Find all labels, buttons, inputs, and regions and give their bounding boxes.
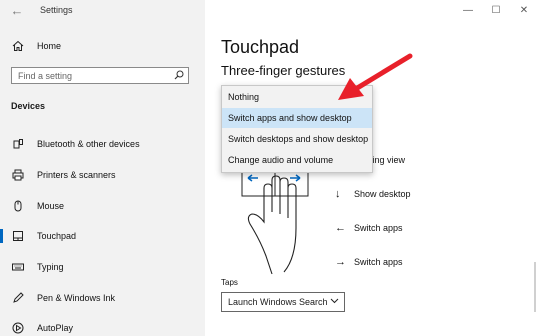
settings-window: ← Settings Home Find a setting Devices B…	[0, 0, 538, 336]
sidebar-item-label: Typing	[37, 262, 64, 272]
taps-dropdown[interactable]: Launch Windows Search	[221, 292, 345, 312]
taps-value: Launch Windows Search	[228, 297, 328, 307]
dropdown-option[interactable]: Change audio and volume	[222, 150, 372, 170]
search-icon	[174, 70, 184, 82]
sidebar: ← Settings Home Find a setting Devices B…	[0, 0, 205, 336]
gesture-label: Switch apps	[354, 223, 403, 233]
sidebar-item-label: Touchpad	[37, 231, 77, 241]
arrow-right-icon: →	[335, 256, 346, 268]
sidebar-item-label: Pen & Windows Ink	[37, 293, 116, 303]
sidebar-item-pen[interactable]: Pen & Windows Ink	[11, 290, 115, 306]
search-placeholder: Find a setting	[18, 71, 73, 81]
minimize-button[interactable]: —	[454, 0, 482, 20]
mouse-icon	[11, 199, 25, 213]
window-controls: — ☐ ✕	[454, 0, 538, 20]
sidebar-item-touchpad[interactable]: Touchpad	[11, 228, 76, 244]
autoplay-icon	[11, 321, 25, 335]
sidebar-item-typing[interactable]: Typing	[11, 259, 64, 275]
sidebar-item-label: Mouse	[37, 201, 65, 211]
bluetooth-icon	[11, 137, 25, 151]
home-icon	[11, 39, 25, 53]
chevron-down-icon	[330, 296, 339, 307]
annotation-arrow-icon	[338, 53, 413, 100]
section-heading: Devices	[11, 101, 46, 111]
sidebar-item-printers[interactable]: Printers & scanners	[11, 167, 116, 183]
back-button[interactable]: ←	[8, 2, 26, 20]
sidebar-item-label: Bluetooth & other devices	[37, 139, 140, 149]
taps-label: Taps	[221, 278, 238, 287]
printer-icon	[11, 168, 25, 182]
sidebar-item-label: Printers & scanners	[37, 170, 116, 180]
dropdown-option-selected[interactable]: Switch apps and show desktop	[222, 108, 372, 128]
maximize-button[interactable]: ☐	[482, 0, 510, 20]
dropdown-option[interactable]: Switch desktops and show desktop	[222, 129, 372, 149]
sidebar-item-label: AutoPlay	[37, 323, 74, 333]
gesture-label: Show desktop	[354, 189, 411, 199]
pen-icon	[11, 291, 25, 305]
close-button[interactable]: ✕	[510, 0, 538, 20]
keyboard-icon	[11, 260, 25, 274]
app-title: Settings	[40, 5, 73, 15]
sidebar-item-label: Home	[37, 41, 62, 51]
scrollbar[interactable]	[534, 262, 536, 312]
touchpad-icon	[11, 229, 25, 243]
search-input[interactable]: Find a setting	[11, 67, 189, 84]
page-title: Touchpad	[221, 37, 300, 57]
sidebar-item-autoplay[interactable]: AutoPlay	[11, 320, 73, 336]
gesture-illustration	[241, 171, 309, 275]
sidebar-item-bluetooth[interactable]: Bluetooth & other devices	[11, 136, 140, 152]
active-indicator	[0, 229, 3, 243]
arrow-down-icon: ↓	[335, 188, 341, 200]
section-title: Three-finger gestures	[221, 63, 346, 78]
sidebar-item-mouse[interactable]: Mouse	[11, 198, 64, 214]
arrow-left-icon: ←	[335, 222, 346, 234]
sidebar-item-home[interactable]: Home	[11, 38, 61, 54]
gesture-label: Switch apps	[354, 257, 403, 267]
